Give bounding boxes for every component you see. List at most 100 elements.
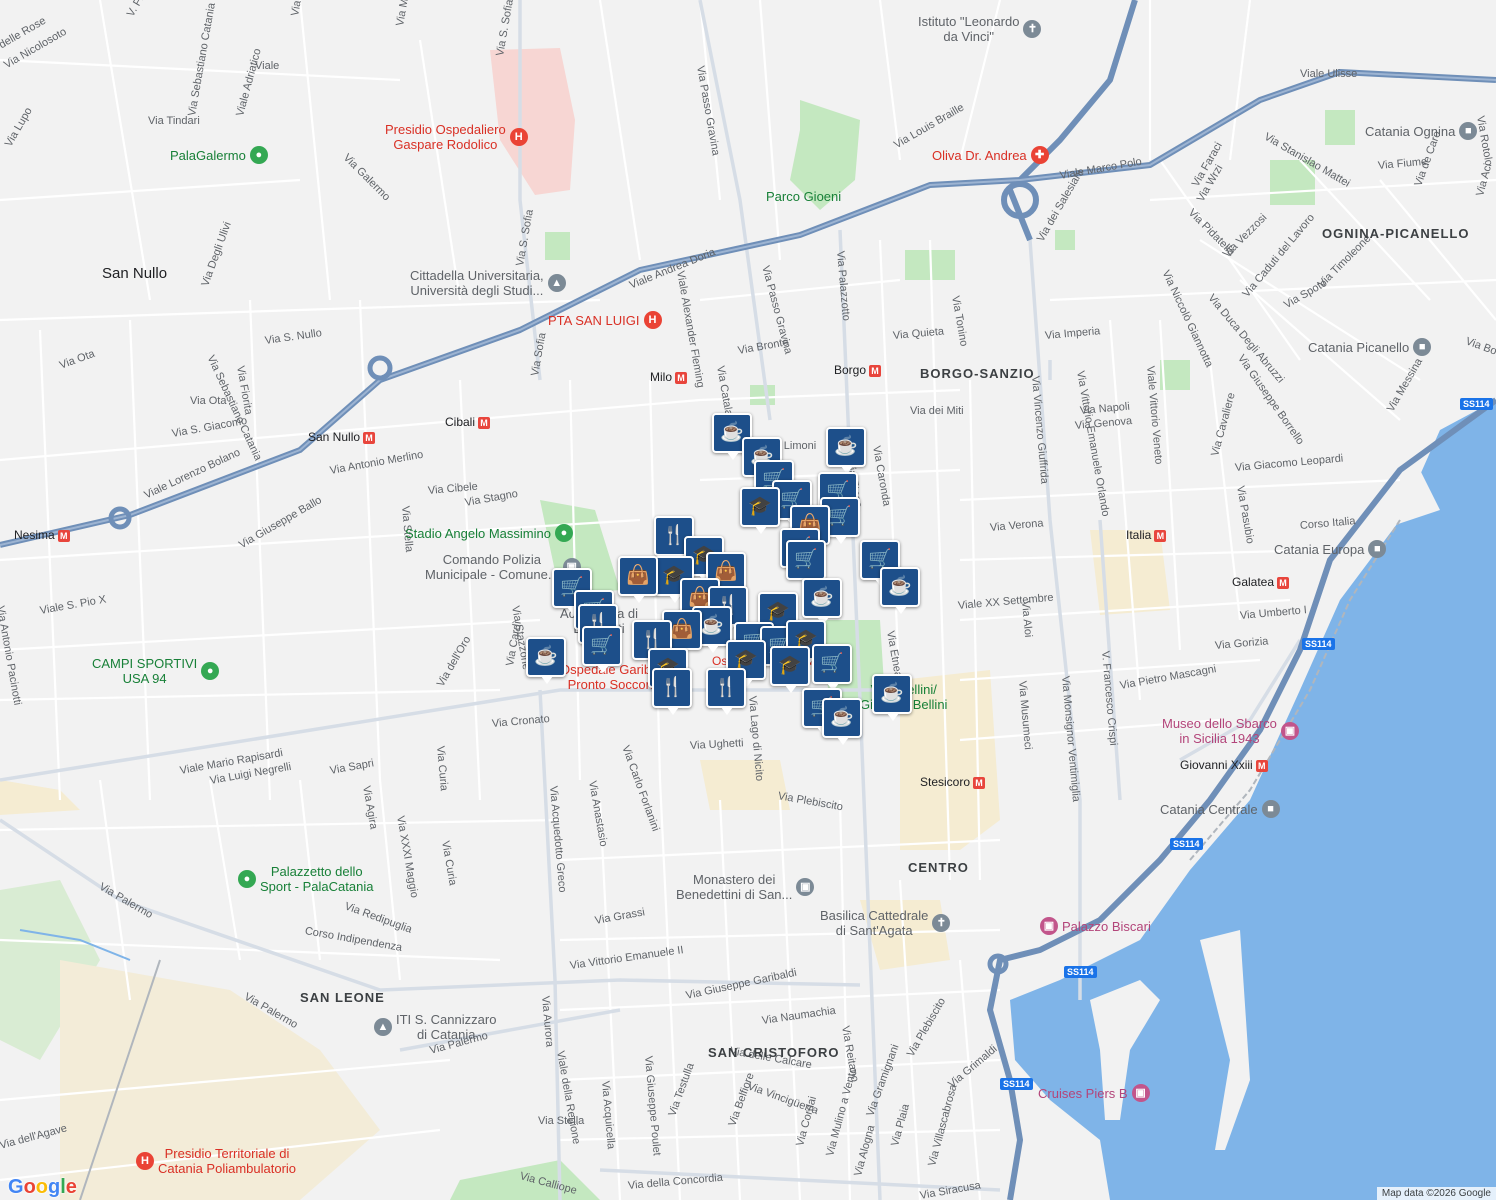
metro-station-name: Cibali bbox=[445, 415, 476, 429]
highway-shield: SS114 bbox=[1170, 838, 1203, 850]
stadium-icon: ● bbox=[249, 146, 268, 164]
metro-station[interactable]: San Nullo M bbox=[308, 430, 376, 444]
metro-station-name: Milo bbox=[650, 370, 673, 384]
poi-name: Parco Gioeni bbox=[766, 189, 841, 204]
metro-station[interactable]: Galatea M bbox=[1232, 575, 1290, 589]
listing-marker-school[interactable]: 🎓 bbox=[740, 487, 780, 534]
poi-name: Monastero dei Benedettini di San... bbox=[676, 872, 792, 902]
listing-marker-cafe[interactable]: ☕ bbox=[822, 698, 862, 745]
poi-name-line: Catania Poliambulatorio bbox=[158, 1161, 297, 1176]
poi-name-line: CAMPI SPORTIVI bbox=[92, 656, 198, 671]
poi-label[interactable]: ● Palazzetto dello Sport - PalaCatania bbox=[238, 864, 373, 894]
poi-label[interactable]: Oliva Dr. Andrea ✚ bbox=[932, 146, 1049, 164]
listing-marker-shopping[interactable]: 👜 bbox=[618, 556, 658, 603]
poi-label[interactable]: Catania Europa ■ bbox=[1274, 540, 1387, 558]
school-icon: ▲ bbox=[374, 1018, 392, 1036]
graduation-cap-icon: 🎓 bbox=[734, 649, 758, 670]
listing-marker-cafe[interactable]: ☕ bbox=[526, 637, 566, 684]
hospital-icon: H bbox=[136, 1152, 154, 1170]
poi-label[interactable]: ▣ Palazzo Biscari bbox=[1040, 917, 1151, 935]
street-label: Via Stella bbox=[538, 1115, 585, 1127]
poi-name-line: Università degli Studi... bbox=[410, 283, 544, 298]
metro-station-name: Stesicoro bbox=[920, 775, 971, 789]
poi-name-line: Oliva Dr. Andrea bbox=[932, 147, 1027, 163]
poi-label[interactable]: Basilica Cattedrale di Sant'Agata ✝ bbox=[820, 908, 951, 938]
metro-station[interactable]: Italia M bbox=[1126, 528, 1167, 542]
metro-station[interactable]: Milo M bbox=[650, 370, 688, 384]
poi-name-line: Presidio Ospedaliero bbox=[385, 122, 506, 137]
metro-station[interactable]: Borgo M bbox=[834, 363, 882, 377]
listing-marker-restaurant[interactable]: 🍴 bbox=[706, 668, 746, 715]
listing-marker-cafe[interactable]: ☕ bbox=[802, 578, 842, 625]
poi-name: Presidio Territoriale di Catania Poliambu… bbox=[158, 1146, 296, 1176]
metro-station[interactable]: Stesicoro M bbox=[920, 775, 986, 789]
poi-label[interactable]: Catania Picanello ■ bbox=[1308, 338, 1432, 356]
listing-marker-grocery[interactable]: 🛒 bbox=[786, 540, 826, 587]
street-label: Via Tindari bbox=[148, 115, 200, 127]
poi-label[interactable]: Stadio Angelo Massimino ● bbox=[405, 524, 573, 542]
poi-name-line: Sport - PalaCatania bbox=[260, 879, 374, 894]
poi-label[interactable]: Monastero dei Benedettini di San... ▣ bbox=[676, 872, 815, 902]
street-label: Via Ota bbox=[190, 395, 227, 407]
train-icon: ■ bbox=[1368, 540, 1387, 558]
poi-name-line: Cittadella Universitaria, bbox=[410, 268, 544, 283]
graduation-cap-icon: 🎓 bbox=[778, 655, 802, 676]
poi-label[interactable]: ▲ ITI S. Cannizzaro di Catania bbox=[374, 1012, 496, 1042]
poi-name: Basilica Cattedrale di Sant'Agata bbox=[820, 908, 928, 938]
poi-label[interactable]: H Presidio Territoriale di Catania Poliamb… bbox=[136, 1146, 296, 1176]
metro-station[interactable]: Nesima M bbox=[14, 528, 70, 542]
metro-icon: M bbox=[675, 371, 688, 384]
poi-name: PalaGalermo bbox=[170, 148, 246, 163]
map-canvas[interactable]: Via S. Sofia Via Passo Gravina Via Louis B… bbox=[0, 0, 1496, 1200]
listing-marker-grocery[interactable]: 🛒 bbox=[582, 626, 622, 673]
poi-name: Catania Ognina bbox=[1365, 124, 1455, 139]
listing-marker-cafe[interactable]: ☕ bbox=[872, 674, 912, 721]
train-icon: ■ bbox=[1413, 338, 1432, 356]
google-logo[interactable]: Google bbox=[8, 1176, 77, 1199]
listing-marker-cafe[interactable]: ☕ bbox=[880, 567, 920, 614]
street-label: Via dei Miti bbox=[910, 405, 964, 417]
poi-name: Istituto "Leonardo da Vinci" bbox=[918, 14, 1019, 44]
poi-name-line: Monastero dei bbox=[692, 872, 776, 887]
poi-name-line: di Sant'Agata bbox=[835, 923, 913, 938]
metro-station[interactable]: Cibali M bbox=[445, 415, 491, 429]
poi-label[interactable]: Presidio Ospedaliero Gaspare Rodolico H bbox=[385, 122, 528, 152]
listing-marker-school[interactable]: 🎓 bbox=[770, 646, 810, 693]
poi-label[interactable]: CAMPI SPORTIVI USA 94 ● bbox=[92, 656, 220, 686]
metro-icon: M bbox=[363, 431, 376, 444]
poi-name-line: Catania Ognina bbox=[1365, 123, 1456, 139]
metro-station-name: Italia bbox=[1126, 528, 1152, 542]
poi-label[interactable]: Catania Centrale ■ bbox=[1160, 800, 1280, 818]
shopping-cart-icon: 🛒 bbox=[828, 506, 852, 527]
google-logo-letter: G bbox=[8, 1176, 24, 1198]
metro-icon: M bbox=[57, 529, 70, 542]
poi-label[interactable]: Parco Gioeni bbox=[766, 188, 841, 204]
coffee-cup-icon: ☕ bbox=[720, 422, 744, 443]
stadium-icon: ● bbox=[238, 870, 256, 888]
poi-name: CAMPI SPORTIVI USA 94 bbox=[92, 656, 197, 686]
poi-label[interactable]: PalaGalermo ● bbox=[170, 146, 268, 164]
listing-marker-restaurant[interactable]: 🍴 bbox=[652, 668, 692, 715]
listing-marker-cafe[interactable]: ☕ bbox=[826, 427, 866, 474]
poi-label[interactable]: Catania Ognina ■ bbox=[1365, 122, 1478, 140]
poi-label[interactable]: Istituto "Leonardo da Vinci" ✝ bbox=[918, 14, 1042, 44]
poi-name: Cruises Piers B bbox=[1038, 1086, 1128, 1101]
metro-station-name: Galatea bbox=[1232, 575, 1275, 589]
ferry-icon: ▣ bbox=[1131, 1084, 1150, 1102]
poi-label[interactable]: Cittadella Universitaria, Università degl… bbox=[410, 268, 566, 298]
poi-label[interactable]: Museo dello Sbarco in Sicilia 1943 ▣ bbox=[1162, 716, 1299, 746]
map-attribution[interactable]: Map data ©2026 Google bbox=[1376, 1187, 1496, 1200]
poi-label[interactable]: PTA SAN LUIGI H bbox=[548, 311, 662, 329]
poi-label[interactable]: Cruises Piers B ▣ bbox=[1038, 1084, 1150, 1102]
poi-name-line: Istituto "Leonardo bbox=[918, 14, 1020, 29]
listing-marker-grocery[interactable]: 🛒 bbox=[812, 644, 852, 691]
district-label: BORGO-SANZIO bbox=[920, 366, 1035, 381]
coffee-cup-icon: ☕ bbox=[810, 587, 834, 608]
museum-icon: ▣ bbox=[1040, 917, 1058, 935]
poi-name-line: Palazzo Biscari bbox=[1062, 918, 1151, 934]
poi-name: Comando Polizia Municipale - Comune... bbox=[425, 552, 559, 582]
metro-station[interactable]: Giovanni Xxiii M bbox=[1180, 758, 1268, 772]
shopping-bag-icon: 👜 bbox=[626, 565, 650, 586]
poi-name-line: ITI S. Cannizzaro bbox=[396, 1012, 497, 1027]
poi-name-line: Municipale - Comune... bbox=[425, 567, 559, 582]
